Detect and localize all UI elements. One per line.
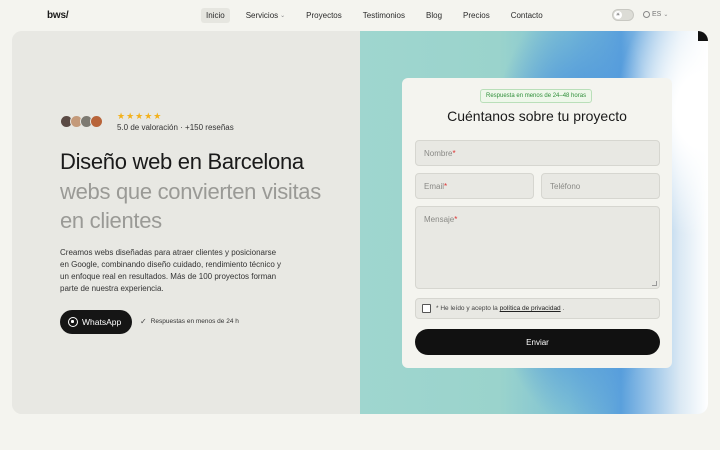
whatsapp-icon bbox=[68, 317, 78, 327]
avatar bbox=[90, 115, 103, 128]
privacy-prefix: * He leído y acepto la bbox=[436, 305, 498, 312]
hero-section: ★★★★★ 5.0 de valoración · +150 reseñas D… bbox=[12, 31, 708, 414]
hero-subtitle: webs que convierten visitas en clientes bbox=[60, 179, 321, 233]
site-header: bws/ Inicio Servicios ⌄ Proyectos Testimo… bbox=[0, 0, 720, 31]
nav-item-servicios[interactable]: Servicios ⌄ bbox=[241, 8, 290, 23]
name-field[interactable]: Nombre* bbox=[415, 140, 660, 166]
nav-item-blog[interactable]: Blog bbox=[421, 8, 447, 23]
main-nav: Inicio Servicios ⌄ Proyectos Testimonios … bbox=[201, 8, 559, 23]
form-title: Cuéntanos sobre tu proyecto bbox=[447, 108, 627, 124]
chevron-down-icon: ⌄ bbox=[280, 13, 286, 19]
nav-label: Contacto bbox=[510, 11, 543, 20]
nav-label: Inicio bbox=[206, 11, 225, 20]
submit-button[interactable]: Enviar bbox=[415, 329, 660, 355]
privacy-suffix: . bbox=[562, 305, 565, 312]
contact-form: Respuesta en menos de 24–48 horas Cuénta… bbox=[402, 78, 672, 368]
nav-label: Servicios bbox=[245, 11, 279, 20]
globe-icon bbox=[643, 11, 650, 18]
required-mark: * bbox=[444, 182, 448, 191]
language-label: ES bbox=[652, 11, 662, 18]
response-badge: Respuesta en menos de 24–48 horas bbox=[480, 89, 593, 103]
privacy-consent: * He leído y acepto la política de priva… bbox=[415, 298, 660, 319]
language-selector[interactable]: ES ⌄ bbox=[643, 11, 668, 18]
nav-item-precios[interactable]: Precios bbox=[458, 8, 495, 23]
response-note-text: Respuestas en menos de 24 h bbox=[150, 318, 239, 325]
hero-description: Creamos webs diseñadas para atraer clien… bbox=[60, 248, 282, 293]
hero-title: Diseño web en Barcelona bbox=[60, 149, 304, 174]
phone-placeholder: Teléfono bbox=[550, 182, 581, 191]
privacy-policy-link[interactable]: política de privacidad bbox=[500, 305, 561, 312]
sun-icon: ☀ bbox=[614, 11, 622, 19]
name-placeholder: Nombre bbox=[424, 149, 453, 158]
corner-decoration bbox=[698, 31, 708, 41]
required-mark: * bbox=[454, 215, 458, 224]
nav-item-inicio[interactable]: Inicio bbox=[201, 8, 230, 23]
privacy-text: * He leído y acepto la política de priva… bbox=[436, 305, 564, 312]
message-field[interactable]: Mensaje* bbox=[415, 206, 660, 289]
privacy-checkbox[interactable] bbox=[422, 304, 431, 313]
whatsapp-label: WhatsApp bbox=[82, 317, 122, 327]
hero-left: ★★★★★ 5.0 de valoración · +150 reseñas D… bbox=[12, 31, 360, 414]
nav-item-contacto[interactable]: Contacto bbox=[506, 8, 548, 23]
check-icon: ✓ bbox=[140, 317, 147, 326]
nav-label: Blog bbox=[426, 11, 443, 20]
required-mark: * bbox=[452, 149, 456, 158]
message-placeholder: Mensaje bbox=[424, 215, 455, 224]
nav-label: Testimonios bbox=[362, 11, 405, 20]
rating-text: 5.0 de valoración · +150 reseñas bbox=[117, 123, 234, 132]
nav-label: Proyectos bbox=[306, 11, 342, 20]
logo[interactable]: bws/ bbox=[47, 10, 69, 21]
response-note: ✓ Respuestas en menos de 24 h bbox=[140, 317, 239, 326]
email-field[interactable]: Email* bbox=[415, 173, 534, 199]
rating-stars: ★★★★★ bbox=[117, 111, 163, 121]
resize-handle-icon[interactable] bbox=[652, 281, 657, 286]
nav-item-testimonios[interactable]: Testimonios bbox=[358, 8, 410, 23]
theme-toggle[interactable]: ☀ bbox=[612, 9, 634, 21]
whatsapp-button[interactable]: WhatsApp bbox=[60, 310, 133, 334]
email-placeholder: Email bbox=[424, 182, 445, 191]
avatar-group bbox=[60, 115, 103, 128]
nav-label: Precios bbox=[463, 11, 490, 20]
nav-item-proyectos[interactable]: Proyectos bbox=[301, 8, 347, 23]
chevron-down-icon: ⌄ bbox=[663, 12, 669, 18]
phone-field[interactable]: Teléfono bbox=[541, 173, 660, 199]
